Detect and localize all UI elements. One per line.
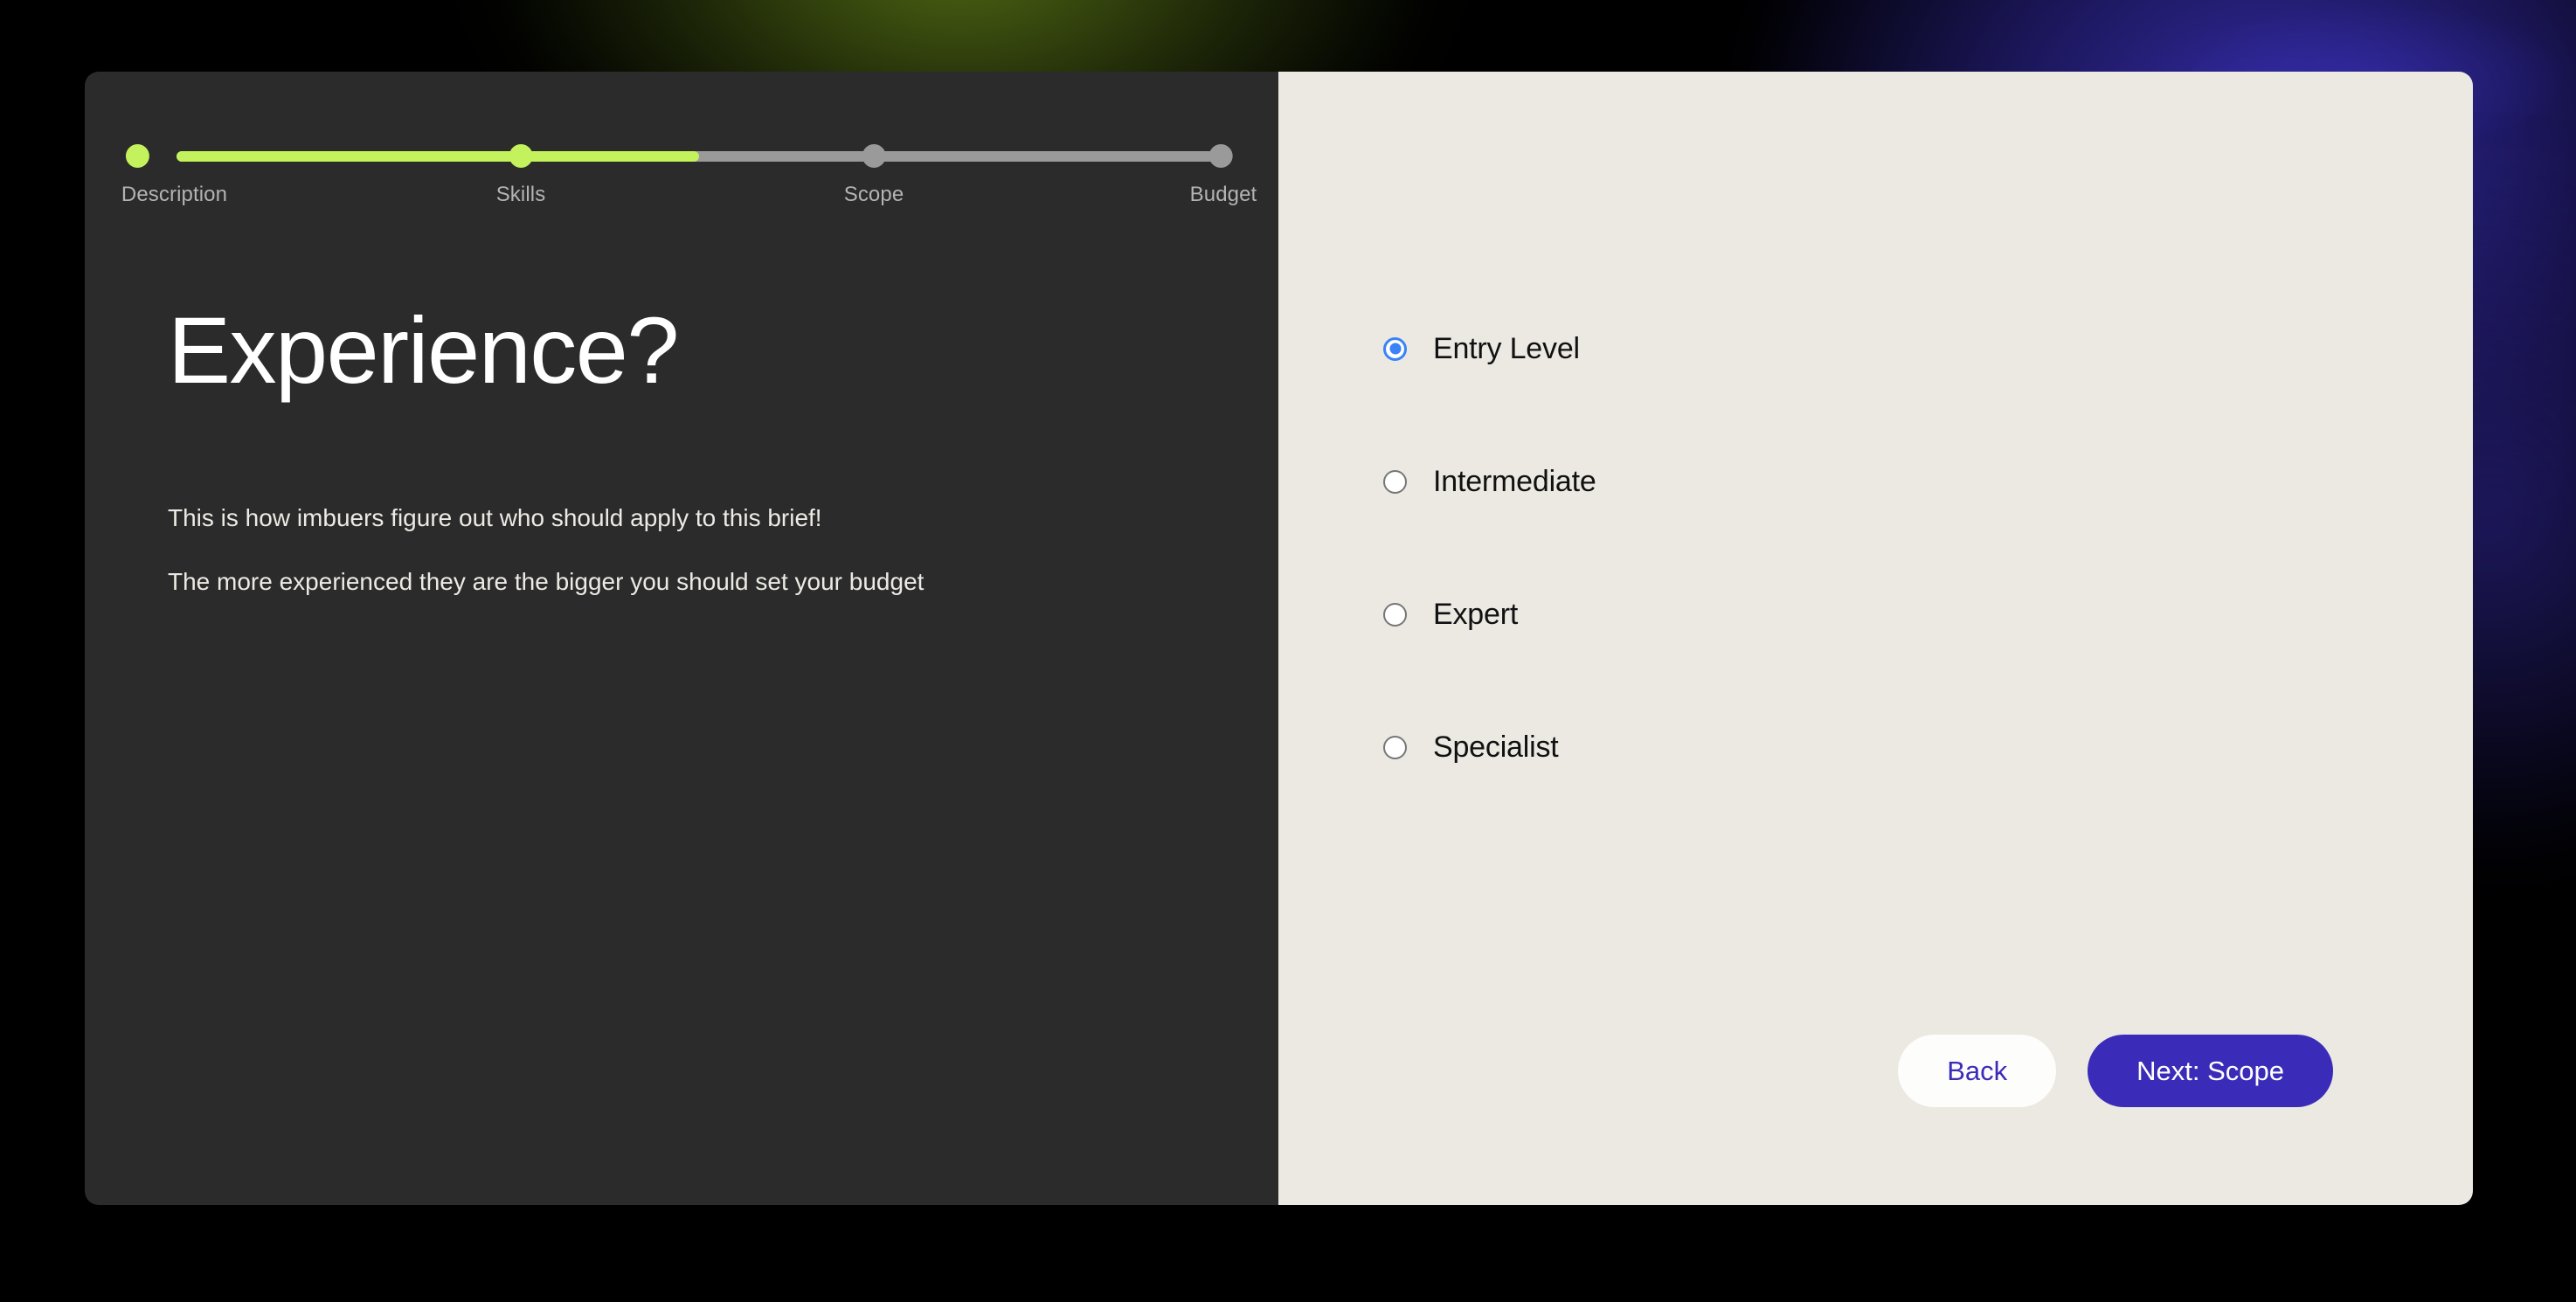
wizard-form-panel: Entry Level Intermediate Expert Speciali… <box>1278 72 2473 1205</box>
stepper-label-description: Description <box>121 183 228 206</box>
info-copy-line-1: This is how imbuers figure out who shoul… <box>168 504 822 532</box>
info-copy: This is how imbuers figure out who shoul… <box>168 502 1278 598</box>
stepper-dot-skills <box>509 144 533 168</box>
stepper-step-scope[interactable]: Scope <box>844 128 904 207</box>
stepper-step-description[interactable]: Description <box>121 128 227 207</box>
back-button[interactable]: Back <box>1898 1035 2057 1107</box>
option-label-entry-level: Entry Level <box>1433 332 1580 365</box>
stepper-label-scope: Scope <box>843 183 904 206</box>
radio-icon-specialist[interactable] <box>1383 735 1407 759</box>
option-expert[interactable]: Expert <box>1383 599 1518 629</box>
info-copy-line-2: The more experienced they are the bigger… <box>168 567 924 595</box>
stepper-dot-description <box>125 144 149 168</box>
next-button[interactable]: Next: Scope <box>2088 1035 2333 1107</box>
wizard-actions: Back Next: Scope <box>1898 1035 2333 1107</box>
wizard-card: Description Skills Scope Budget Experien… <box>85 72 2473 1205</box>
option-intermediate[interactable]: Intermediate <box>1383 467 1596 496</box>
radio-icon-entry-level[interactable] <box>1383 336 1407 361</box>
experience-level-radio-group: Entry Level Intermediate Expert Speciali… <box>1383 334 2333 762</box>
option-specialist[interactable]: Specialist <box>1383 732 1559 762</box>
stepper-step-skills[interactable]: Skills <box>496 128 546 207</box>
stepper-dot-scope <box>862 144 886 168</box>
option-label-specialist: Specialist <box>1433 731 1559 764</box>
stepper-dot-budget <box>1208 144 1233 168</box>
option-label-expert: Expert <box>1433 598 1519 631</box>
progress-stepper: Description Skills Scope Budget <box>121 128 1257 206</box>
wizard-info-panel: Description Skills Scope Budget Experien… <box>85 72 1278 1205</box>
page-title: Experience? <box>168 297 679 403</box>
stepper-label-skills: Skills <box>495 183 546 206</box>
stepper-step-budget[interactable]: Budget <box>1190 128 1257 207</box>
radio-icon-expert[interactable] <box>1383 602 1407 627</box>
option-label-intermediate: Intermediate <box>1433 465 1596 498</box>
stepper-label-budget: Budget <box>1189 183 1257 206</box>
radio-icon-intermediate[interactable] <box>1383 469 1407 494</box>
stepper-track-fill <box>177 151 699 162</box>
option-entry-level[interactable]: Entry Level <box>1383 334 1580 364</box>
